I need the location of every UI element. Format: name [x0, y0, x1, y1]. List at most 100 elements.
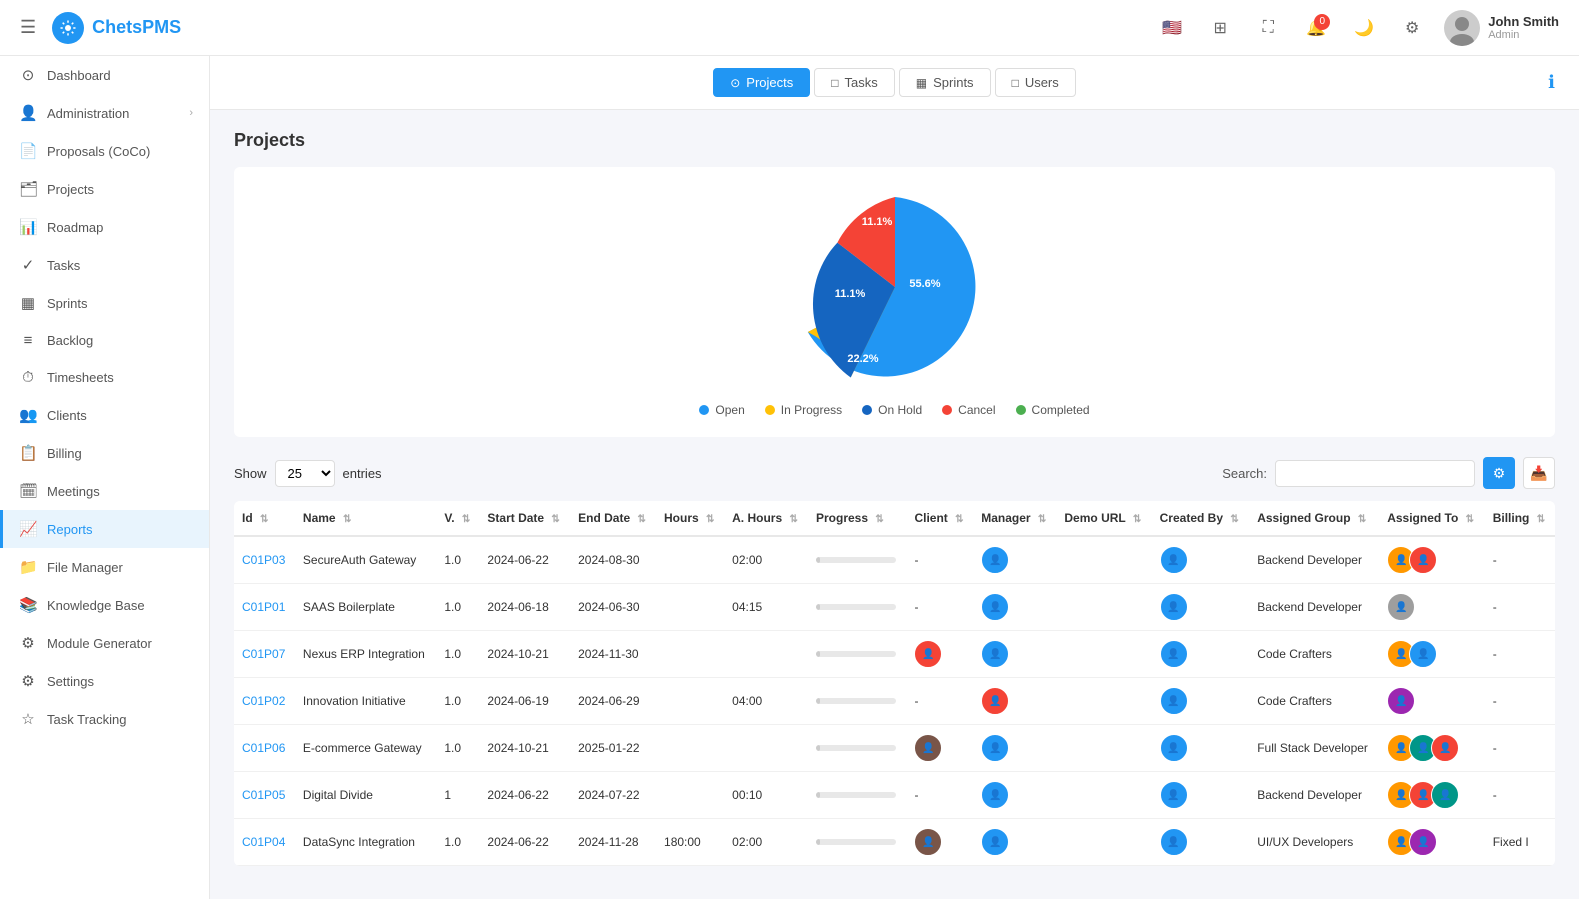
col-created-by[interactable]: Created By ⇅ — [1152, 501, 1250, 536]
tab-projects[interactable]: ⊙ Projects — [713, 68, 810, 97]
col-name[interactable]: Name ⇅ — [295, 501, 436, 536]
tab-sprints-icon: ▦ — [916, 76, 927, 90]
col-id[interactable]: Id ⇅ — [234, 501, 295, 536]
legend-label-on-hold: On Hold — [878, 403, 922, 417]
demo-url — [1056, 725, 1151, 772]
chart-container: 55.6% 22.2% 11.1% 11.1% Open In Progress — [234, 167, 1555, 437]
sidebar-item-label: Clients — [47, 408, 193, 423]
tab-projects-icon: ⊙ — [730, 76, 740, 90]
sidebar-item-knowledge-base[interactable]: 📚 Knowledge Base — [0, 586, 209, 624]
sidebar-item-label: Proposals (CoCo) — [47, 144, 193, 159]
hamburger-button[interactable]: ☰ — [20, 17, 36, 38]
legend-label-completed: Completed — [1032, 403, 1090, 417]
tab-tasks-icon: □ — [831, 76, 838, 90]
project-name: SecureAuth Gateway — [295, 536, 436, 584]
app-name: ChetsPMS — [92, 17, 181, 38]
backlog-icon: ≡ — [19, 332, 37, 349]
created-by: 👤 — [1152, 536, 1250, 584]
info-icon[interactable]: ℹ — [1548, 72, 1555, 93]
tab-sprints-label: Sprints — [933, 75, 973, 90]
sidebar-item-reports[interactable]: 📈 Reports — [0, 510, 209, 548]
project-id-link[interactable]: C01P03 — [242, 553, 285, 567]
sidebar-item-backlog[interactable]: ≡ Backlog — [0, 322, 209, 359]
start-date: 2024-06-22 — [479, 819, 570, 866]
dark-mode-icon[interactable]: 🌙 — [1348, 12, 1380, 44]
tab-sprints[interactable]: ▦ Sprints — [899, 68, 991, 97]
col-assigned-to[interactable]: Assigned To ⇅ — [1379, 501, 1485, 536]
sidebar-item-label: Backlog — [47, 333, 193, 348]
a-hours: 00:10 — [724, 772, 808, 819]
search-box: Search: ⚙ 📥 — [1222, 457, 1555, 489]
start-date: 2024-10-21 — [479, 725, 570, 772]
projects-table: Id ⇅ Name ⇅ V. ⇅ Start Date ⇅ End Date ⇅… — [234, 501, 1555, 866]
sidebar-item-billing[interactable]: 📋 Billing — [0, 434, 209, 472]
table-header-row: Id ⇅ Name ⇅ V. ⇅ Start Date ⇅ End Date ⇅… — [234, 501, 1555, 536]
header-right: 🇺🇸 ⊞ ⛶ 🔔 0 🌙 ⚙ John Smith Admin — [1156, 10, 1559, 46]
assigned-to: 👤 👤 👤 — [1379, 772, 1485, 819]
start-date: 2024-06-22 — [479, 536, 570, 584]
end-date: 2025-01-22 — [570, 725, 656, 772]
grid-icon[interactable]: ⊞ — [1204, 12, 1236, 44]
col-client[interactable]: Client ⇅ — [906, 501, 973, 536]
sidebar-item-dashboard[interactable]: ⊙ Dashboard — [0, 56, 209, 94]
tab-users[interactable]: □ Users — [995, 68, 1076, 97]
a-hours — [724, 725, 808, 772]
sidebar-item-tasks[interactable]: ✓ Tasks — [0, 246, 209, 284]
sidebar-item-projects[interactable]: 🗂 Projects — [0, 170, 209, 208]
sidebar-item-label: Module Generator — [47, 636, 193, 651]
export-button[interactable]: 📥 — [1523, 457, 1555, 489]
col-assigned-group[interactable]: Assigned Group ⇅ — [1249, 501, 1379, 536]
tab-tasks[interactable]: □ Tasks — [814, 68, 894, 97]
settings-icon[interactable]: ⚙ — [1396, 12, 1428, 44]
sidebar-item-module-generator[interactable]: ⚙ Module Generator — [0, 624, 209, 662]
filter-button[interactable]: ⚙ — [1483, 457, 1515, 489]
sidebar-item-roadmap[interactable]: 📊 Roadmap — [0, 208, 209, 246]
flag-icon[interactable]: 🇺🇸 — [1156, 12, 1188, 44]
user-menu[interactable]: John Smith Admin — [1444, 10, 1559, 46]
project-name: Innovation Initiative — [295, 678, 436, 725]
table-row: C01P02 Innovation Initiative 1.0 2024-06… — [234, 678, 1555, 725]
end-date: 2024-08-30 — [570, 536, 656, 584]
col-progress[interactable]: Progress ⇅ — [808, 501, 906, 536]
dashboard-icon: ⊙ — [19, 66, 37, 84]
sidebar-item-settings[interactable]: ⚙ Settings — [0, 662, 209, 700]
sidebar-item-administration[interactable]: 👤 Administration › — [0, 94, 209, 132]
sidebar-item-task-tracking[interactable]: ☆ Task Tracking — [0, 700, 209, 738]
col-billing[interactable]: Billing ⇅ — [1485, 501, 1555, 536]
col-demo-url[interactable]: Demo URL ⇅ — [1056, 501, 1151, 536]
col-v[interactable]: V. ⇅ — [436, 501, 479, 536]
col-a-hours[interactable]: A. Hours ⇅ — [724, 501, 808, 536]
col-end-date[interactable]: End Date ⇅ — [570, 501, 656, 536]
table-row: C01P05 Digital Divide 1 2024-06-22 2024-… — [234, 772, 1555, 819]
created-by: 👤 — [1152, 584, 1250, 631]
project-id-link[interactable]: C01P07 — [242, 647, 285, 661]
manager: 👤 — [973, 725, 1056, 772]
manager: 👤 — [973, 631, 1056, 678]
project-version: 1 — [436, 772, 479, 819]
fullscreen-icon[interactable]: ⛶ — [1252, 12, 1284, 44]
project-id-link[interactable]: C01P05 — [242, 788, 285, 802]
billing: Fixed I — [1485, 819, 1555, 866]
col-hours[interactable]: Hours ⇅ — [656, 501, 724, 536]
sidebar-item-file-manager[interactable]: 📁 File Manager — [0, 548, 209, 586]
entries-select[interactable]: 25 50 100 — [275, 460, 335, 487]
project-id-link[interactable]: C01P04 — [242, 835, 285, 849]
project-id-link[interactable]: C01P02 — [242, 694, 285, 708]
sidebar-item-timesheets[interactable]: ⏱ Timesheets — [0, 359, 209, 396]
sidebar-item-sprints[interactable]: ▦ Sprints — [0, 284, 209, 322]
progress — [808, 631, 906, 678]
sidebar-item-label: Task Tracking — [47, 712, 193, 727]
project-id-link[interactable]: C01P01 — [242, 600, 285, 614]
assigned-group: Backend Developer — [1249, 584, 1379, 631]
search-input[interactable] — [1275, 460, 1475, 487]
col-start-date[interactable]: Start Date ⇅ — [479, 501, 570, 536]
col-manager[interactable]: Manager ⇅ — [973, 501, 1056, 536]
table-row: C01P06 E-commerce Gateway 1.0 2024-10-21… — [234, 725, 1555, 772]
project-id-link[interactable]: C01P06 — [242, 741, 285, 755]
end-date: 2024-11-28 — [570, 819, 656, 866]
sidebar-item-clients[interactable]: 👥 Clients — [0, 396, 209, 434]
client: - — [906, 772, 973, 819]
sidebar-item-meetings[interactable]: 🗓 Meetings — [0, 472, 209, 510]
notification-icon[interactable]: 🔔 0 — [1300, 12, 1332, 44]
sidebar-item-proposals[interactable]: 📄 Proposals (CoCo) — [0, 132, 209, 170]
